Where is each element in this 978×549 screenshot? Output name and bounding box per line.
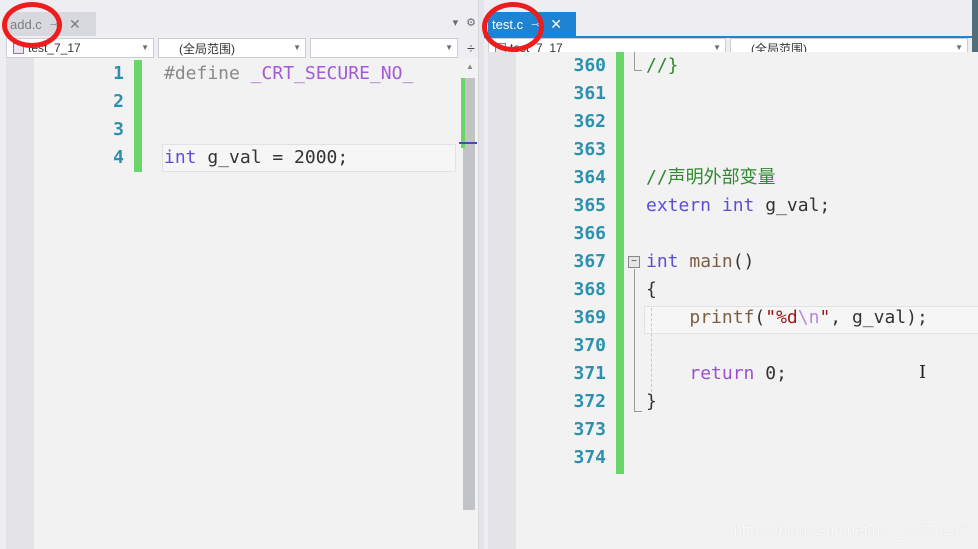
code-line: int main() bbox=[646, 248, 754, 276]
line-number: 4 bbox=[113, 147, 124, 168]
code-token: int bbox=[646, 251, 679, 272]
scrollbar-change-marker bbox=[461, 78, 465, 148]
line-number: 364 bbox=[573, 167, 606, 188]
code-token: return bbox=[689, 363, 755, 384]
left-editor-pane: add.c ⊸ ✕ ▾ ⚙ test_7_17 ▼ (全局范围) ▼ ▼ ÷ 1… bbox=[0, 0, 480, 549]
code-token: g_val = 2000; bbox=[196, 147, 349, 168]
watermark: https://blog.csdn.net/m0_53558236 bbox=[733, 522, 968, 539]
gear-icon[interactable]: ⚙ bbox=[466, 16, 476, 29]
tab-list-dropdown-icon[interactable]: ▾ bbox=[453, 16, 459, 29]
text-cursor-ibeam-icon: I bbox=[919, 362, 927, 383]
code-token: //} bbox=[646, 55, 679, 76]
code-token: extern bbox=[646, 195, 712, 216]
change-tracking-bar bbox=[616, 52, 624, 474]
outline-line bbox=[634, 52, 635, 70]
code-token: //声明外部变量 bbox=[646, 167, 776, 188]
line-number: 373 bbox=[573, 419, 606, 440]
selection-margin bbox=[6, 58, 34, 549]
line-number: 369 bbox=[573, 307, 606, 328]
scope-value: (全局范围) bbox=[179, 41, 235, 56]
code-line: return 0; bbox=[646, 360, 787, 388]
change-tracking-bar bbox=[134, 60, 142, 172]
code-token: { bbox=[646, 279, 657, 300]
code-token: , g_val); bbox=[830, 307, 928, 328]
line-number-gutter: 360 361 362 363 364 365 366 367 368 369 370 371 372 3… bbox=[516, 52, 616, 549]
line-number: 362 bbox=[573, 111, 606, 132]
code-token: _CRT_SECURE_NO_ bbox=[250, 63, 414, 84]
line-number-gutter: 1 2 3 4 bbox=[34, 58, 134, 549]
line-number: 366 bbox=[573, 223, 606, 244]
scope-dropdown[interactable]: (全局范围) ▼ bbox=[158, 38, 306, 58]
code-line: } bbox=[646, 388, 657, 416]
member-dropdown[interactable]: ▼ bbox=[310, 38, 458, 58]
chevron-down-icon: ▼ bbox=[141, 43, 149, 52]
scroll-up-arrow-icon[interactable]: ▲ bbox=[466, 62, 474, 71]
code-line: printf("%d\n", g_val); bbox=[646, 304, 928, 332]
left-navigation-bar: test_7_17 ▼ (全局范围) ▼ ▼ ÷ bbox=[6, 38, 480, 58]
line-number: 371 bbox=[573, 363, 606, 384]
code-token: " bbox=[819, 307, 831, 328]
right-tab-strip: test.c ⊸ ✕ bbox=[484, 12, 978, 36]
code-token: ( bbox=[754, 307, 766, 328]
code-token: \n bbox=[797, 307, 820, 328]
chevron-down-icon: ▼ bbox=[445, 43, 453, 52]
code-token: 0; bbox=[754, 363, 787, 384]
window-edge bbox=[972, 0, 978, 52]
scrollbar-caret-marker bbox=[459, 142, 477, 144]
code-line: #define _CRT_SECURE_NO_ bbox=[164, 60, 413, 88]
code-token: int bbox=[721, 195, 755, 216]
line-number: 367 bbox=[573, 251, 606, 272]
line-number: 3 bbox=[113, 119, 124, 140]
line-number: 1 bbox=[113, 63, 124, 84]
code-line: //} bbox=[646, 52, 679, 80]
chevron-down-icon: ▼ bbox=[293, 43, 301, 52]
annotation-circle-add-c bbox=[2, 2, 62, 48]
selection-margin bbox=[488, 52, 516, 549]
outline-end-tick bbox=[634, 411, 642, 412]
line-number: 372 bbox=[573, 391, 606, 412]
annotation-circle-test-c bbox=[482, 2, 544, 52]
code-token: int bbox=[164, 147, 197, 168]
right-code-editor[interactable]: 360 361 362 363 364 365 366 367 368 369 370 371 372 3… bbox=[488, 52, 978, 549]
outline-line bbox=[634, 269, 635, 411]
code-line: //声明外部变量 bbox=[646, 164, 776, 192]
code-token: g_val; bbox=[754, 195, 831, 216]
line-number: 363 bbox=[573, 139, 606, 160]
code-token: main bbox=[689, 251, 733, 272]
code-line: extern int g_val; bbox=[646, 192, 830, 220]
tab-tools: ▾ ⚙ bbox=[453, 16, 476, 29]
code-line: int g_val = 2000; bbox=[164, 144, 348, 172]
line-number: 2 bbox=[113, 91, 124, 112]
code-token: } bbox=[646, 391, 657, 412]
code-token: () bbox=[732, 251, 755, 272]
outline-end-tick bbox=[634, 70, 642, 71]
line-number: 370 bbox=[573, 335, 606, 356]
left-code-editor[interactable]: 1 2 3 4 #define _CRT_SECURE_NO_int g_val = … bbox=[6, 58, 480, 549]
line-number: 365 bbox=[573, 195, 606, 216]
line-number: 361 bbox=[573, 83, 606, 104]
right-editor-pane: test.c ⊸ ✕ test_7_17 ▼ (全局范围) ▼ 360 361 36… bbox=[484, 0, 978, 549]
close-icon[interactable]: ✕ bbox=[69, 16, 81, 33]
close-icon[interactable]: ✕ bbox=[550, 16, 562, 33]
code-line: { bbox=[646, 276, 657, 304]
collapse-icon[interactable]: − bbox=[628, 256, 640, 268]
line-number: 360 bbox=[573, 55, 606, 76]
code-token: printf bbox=[689, 307, 755, 328]
code-token: "%d bbox=[765, 307, 798, 328]
code-token: #define bbox=[164, 63, 251, 84]
chevron-down-icon: ▼ bbox=[713, 43, 721, 52]
line-number: 374 bbox=[573, 447, 606, 468]
line-number: 368 bbox=[573, 279, 606, 300]
chevron-down-icon: ▼ bbox=[955, 43, 963, 52]
left-tab-strip: add.c ⊸ ✕ bbox=[0, 12, 480, 36]
